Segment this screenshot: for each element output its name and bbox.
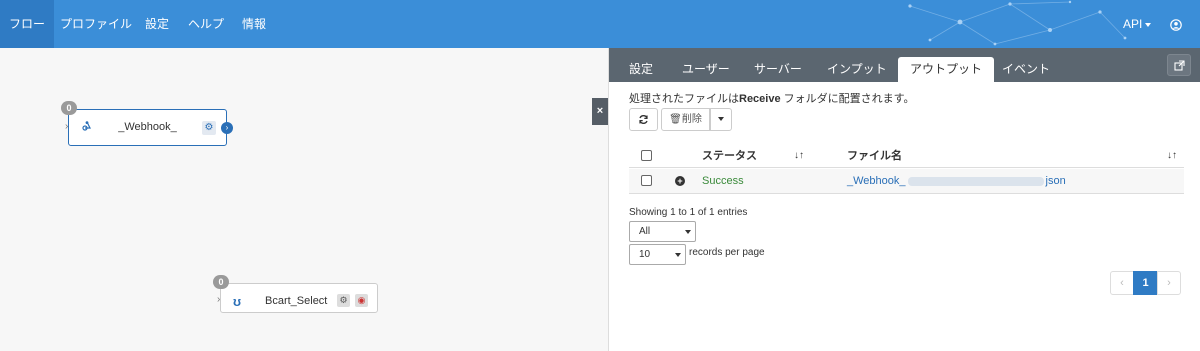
chevron-down-icon	[685, 230, 691, 234]
row-status: Success	[702, 175, 744, 187]
sort-icon[interactable]: ↓↑	[1167, 144, 1177, 168]
page-size-select[interactable]: 10	[629, 244, 686, 265]
delete-dropdown-toggle[interactable]	[710, 108, 732, 131]
table-row[interactable]: + Success _Webhook_ json	[629, 169, 1184, 194]
filename-suffix: json	[1045, 175, 1066, 187]
chevron-down-icon	[675, 253, 681, 257]
showing-entries-text: Showing 1 to 1 of 1 entries	[629, 207, 748, 218]
row-filename-link[interactable]: _Webhook_ json	[847, 169, 1066, 193]
caret-down-icon	[718, 117, 724, 122]
records-per-page-label: records per page	[689, 247, 765, 258]
tab-users[interactable]: ユーザー	[670, 57, 742, 82]
output-connector-icon[interactable]: ›	[221, 122, 233, 134]
pagination-page-1[interactable]: 1	[1133, 271, 1158, 295]
nav-flow[interactable]: フロー	[0, 0, 55, 48]
redacted-filename	[907, 176, 1044, 186]
webhook-node[interactable]: 0 › _Webhook_ ⚙ ›	[61, 101, 233, 146]
sort-icon[interactable]: ↓↑	[794, 144, 804, 168]
input-connector-icon[interactable]: ›	[217, 294, 220, 305]
api-menu[interactable]: API	[1123, 0, 1152, 48]
caret-down-icon	[1145, 22, 1152, 27]
filter-select[interactable]: All	[629, 221, 696, 242]
gear-icon[interactable]: ⚙	[337, 294, 350, 307]
nav-help[interactable]: ヘルプ	[179, 0, 233, 48]
close-panel-button[interactable]: ×	[592, 98, 608, 125]
trash-icon: 🗑	[669, 114, 682, 125]
user-icon[interactable]	[1170, 0, 1182, 48]
filter-select-value: All	[639, 226, 651, 237]
node-label: Bcart_Select	[265, 295, 328, 307]
table-header: ステータス ↓↑ ファイル名 ↓↑	[629, 144, 1184, 168]
select-all-checkbox[interactable]	[641, 150, 652, 161]
external-link-icon	[1173, 60, 1185, 71]
refresh-button[interactable]	[629, 108, 658, 131]
tab-servers[interactable]: サーバー	[742, 57, 814, 82]
refresh-icon	[639, 114, 648, 124]
flow-canvas[interactable]: 0 › _Webhook_ ⚙ › 0 › ʊ Bcart_Select ⚙ ◉	[0, 48, 608, 351]
tab-output[interactable]: アウトプット	[898, 57, 995, 82]
external-link-button[interactable]	[1167, 54, 1191, 76]
expand-row-icon[interactable]: +	[675, 176, 685, 186]
pagination-prev[interactable]: ‹	[1110, 271, 1134, 295]
delete-button[interactable]: 🗑削除	[661, 108, 710, 131]
info-suffix: フォルダに配置されます。	[780, 93, 915, 105]
top-navbar: フロー プロファイル 設定 ヘルプ 情報 API	[0, 0, 1200, 48]
network-decoration	[908, 0, 1127, 46]
info-prefix: 処理されたファイルは	[629, 93, 739, 105]
column-status[interactable]: ステータス	[702, 144, 757, 168]
column-filename[interactable]: ファイル名	[847, 144, 902, 168]
node-count-badge: 0	[61, 101, 77, 115]
pagination-next[interactable]: ›	[1157, 271, 1181, 295]
nav-info[interactable]: 情報	[233, 0, 275, 48]
filename-prefix: _Webhook_	[847, 175, 906, 187]
tab-events[interactable]: イベント	[990, 57, 1062, 82]
tab-settings[interactable]: 設定	[617, 57, 665, 82]
stop-icon[interactable]: ◉	[355, 294, 368, 307]
node-count-badge: 0	[213, 275, 229, 289]
nav-profile[interactable]: プロファイル	[51, 0, 141, 48]
nav-settings[interactable]: 設定	[136, 0, 178, 48]
panel-tabs: 設定 ユーザー サーバー インプット アウトプット イベント	[609, 48, 1200, 82]
info-folder: Receive	[739, 93, 781, 105]
gear-icon[interactable]: ⚙	[202, 121, 216, 135]
row-checkbox[interactable]	[641, 175, 652, 186]
bcart-select-node[interactable]: 0 › ʊ Bcart_Select ⚙ ◉	[213, 275, 378, 313]
delete-label: 削除	[681, 114, 702, 125]
output-info-text: 処理されたファイルはReceive フォルダに配置されます。	[629, 90, 915, 106]
page-size-value: 10	[639, 249, 651, 260]
api-label: API	[1123, 17, 1143, 31]
input-connector-icon[interactable]: ›	[65, 121, 68, 132]
tab-input[interactable]: インプット	[815, 57, 899, 82]
bcart-logo-icon: ʊ	[233, 294, 242, 309]
settings-panel: 設定 ユーザー サーバー インプット アウトプット イベント 処理されたファイル…	[608, 48, 1200, 351]
